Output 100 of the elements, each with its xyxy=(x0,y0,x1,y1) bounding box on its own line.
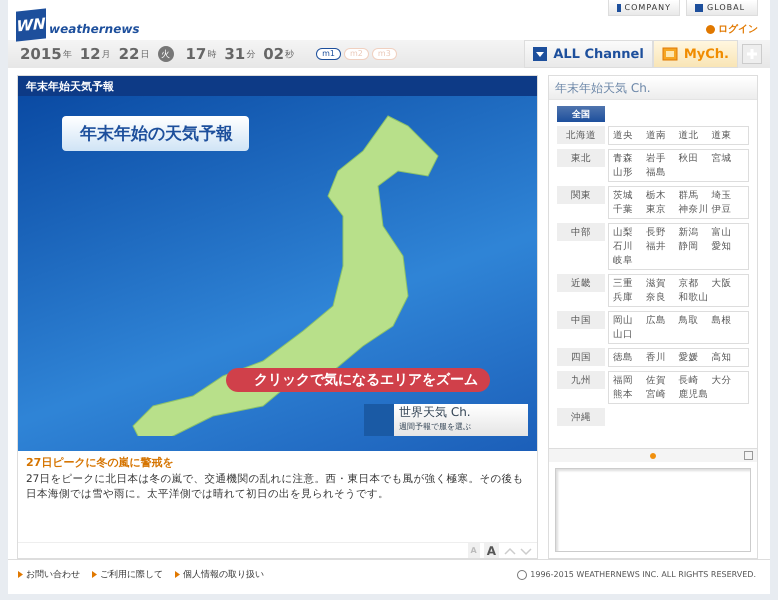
area-link[interactable]: 栃木 xyxy=(646,189,678,202)
area-link[interactable]: 千葉 xyxy=(613,203,646,216)
weekday-badge: 火 xyxy=(158,46,174,62)
copyright-icon xyxy=(517,570,528,580)
date-number: 12 xyxy=(80,45,101,63)
channel-tab[interactable]: ALL Channel xyxy=(524,40,653,68)
area-link[interactable]: 高知 xyxy=(711,351,744,364)
footer-link[interactable]: ご利用に際して xyxy=(92,568,163,581)
area-link[interactable]: 島根 xyxy=(711,314,744,327)
area-link[interactable]: 大分 xyxy=(711,374,744,387)
news-body: 27日をピークに北日本は冬の嵐で、交通機関の乱れに注意。西・東日本でも風が強く極寒。その後も日本海側では雪や雨に。太平洋側では晴れて初日の出を見られそうです。 xyxy=(26,472,524,502)
date-unit: 月 xyxy=(102,48,111,60)
area-link[interactable]: 岐阜 xyxy=(613,254,646,267)
area-link[interactable]: 愛知 xyxy=(711,240,744,253)
footer-link[interactable]: お問い合わせ xyxy=(18,568,80,581)
region-button[interactable]: 九州 xyxy=(557,371,605,389)
area-link[interactable]: 滋賀 xyxy=(646,277,678,290)
area-link[interactable]: 群馬 xyxy=(678,189,712,202)
banner-title: 年末年始の天気予報 xyxy=(62,116,249,151)
time-unit: 分 xyxy=(246,48,256,60)
region-button[interactable]: 中部 xyxy=(557,223,605,241)
world-subtitle: 週間予報で服を選ぶ xyxy=(399,421,471,432)
world-weather-button[interactable]: 世界天気 Ch. 週間予報で服を選ぶ xyxy=(364,404,528,436)
area-link[interactable]: 福井 xyxy=(646,240,678,253)
date-unit: 年 xyxy=(62,48,72,60)
area-link[interactable]: 道央 xyxy=(613,129,646,142)
national-button[interactable]: 全国 xyxy=(557,106,605,122)
time-number: 02 xyxy=(263,45,284,63)
square-icon xyxy=(695,4,703,12)
area-link[interactable]: 兵庫 xyxy=(613,291,646,304)
logo-text[interactable]: weathernews xyxy=(49,22,140,36)
header-link[interactable]: COMPANY xyxy=(608,0,680,16)
header-link[interactable]: GLOBAL xyxy=(686,0,758,16)
area-link[interactable]: 熊本 xyxy=(613,388,646,401)
area-link[interactable]: 岡山 xyxy=(613,314,646,327)
date-number: 22 xyxy=(118,45,140,63)
mode-button[interactable]: m1 xyxy=(316,48,342,60)
area-link[interactable]: 青森 xyxy=(613,152,646,165)
area-link[interactable]: 山形 xyxy=(613,166,646,179)
region-button[interactable]: 北海道 xyxy=(557,126,605,144)
area-link[interactable]: 長野 xyxy=(646,226,678,239)
news-headline: 27日ピークに冬の嵐に警戒を xyxy=(26,455,174,470)
area-link[interactable]: 埼玉 xyxy=(711,189,744,202)
area-link[interactable]: 石川 xyxy=(613,240,646,253)
area-link[interactable]: 三重 xyxy=(613,277,646,290)
time-unit: 秒 xyxy=(285,48,294,60)
footer-link[interactable]: 個人情報の取り扱い xyxy=(175,568,264,581)
area-link[interactable]: 山口 xyxy=(613,328,646,341)
area-link[interactable]: 愛媛 xyxy=(678,351,712,364)
area-link[interactable]: 宮崎 xyxy=(646,388,678,401)
region-button[interactable]: 沖縄 xyxy=(557,408,605,426)
area-link[interactable]: 茨城 xyxy=(613,189,646,202)
area-link[interactable]: 静岡 xyxy=(678,240,712,253)
area-link[interactable]: 道東 xyxy=(711,129,744,142)
area-link[interactable]: 和歌山 xyxy=(678,291,712,304)
area-link[interactable]: 山梨 xyxy=(613,226,646,239)
area-link[interactable]: 福島 xyxy=(646,166,678,179)
area-link[interactable]: 奈良 xyxy=(646,291,678,304)
area-link[interactable]: 徳島 xyxy=(613,351,646,364)
region-button[interactable]: 東北 xyxy=(557,149,605,167)
area-link[interactable]: 神奈川 xyxy=(678,203,712,216)
world-title: 世界天気 Ch. xyxy=(399,404,471,421)
area-link[interactable]: 宮城 xyxy=(711,152,744,165)
area-link[interactable]: 鹿児島 xyxy=(678,388,712,401)
time-unit: 時 xyxy=(207,48,216,60)
area-link[interactable]: 大阪 xyxy=(711,277,744,290)
region-button[interactable]: 四国 xyxy=(557,348,605,366)
area-link[interactable]: 秋田 xyxy=(678,152,712,165)
area-link[interactable]: 長崎 xyxy=(678,374,712,387)
square-icon xyxy=(617,4,621,12)
scroll-arrows-icon[interactable] xyxy=(503,546,533,556)
area-link[interactable]: 伊豆 xyxy=(711,203,744,216)
date-number: 2015 xyxy=(20,45,62,63)
map-background[interactable]: 年末年始の天気予報 クリックで気になるエリアをズーム 世界天気 Ch. 週間予報で服を選ぶ xyxy=(18,96,537,451)
area-link[interactable]: 岩手 xyxy=(646,152,678,165)
region-button[interactable]: 関東 xyxy=(557,186,605,204)
region-button[interactable]: 中国 xyxy=(557,311,605,329)
area-link[interactable]: 佐賀 xyxy=(646,374,678,387)
area-link[interactable]: 道北 xyxy=(678,129,712,142)
panel-title: 年末年始天気予報 xyxy=(18,76,537,96)
area-link[interactable]: 富山 xyxy=(711,226,744,239)
page-dot[interactable] xyxy=(650,452,656,458)
area-link[interactable]: 東京 xyxy=(646,203,678,216)
copyright-text: 1996-2015 WEATHERNEWS INC. ALL RIGHTS RESERVED. xyxy=(530,570,756,579)
area-link[interactable]: 香川 xyxy=(646,351,678,364)
time-number: 17 xyxy=(186,45,206,63)
expand-icon[interactable] xyxy=(744,451,753,460)
area-link[interactable]: 道南 xyxy=(646,129,678,142)
area-link[interactable]: 広島 xyxy=(646,314,678,327)
font-large-button[interactable]: A xyxy=(484,543,499,558)
add-button[interactable] xyxy=(742,44,762,64)
region-button[interactable]: 近畿 xyxy=(557,274,605,292)
area-link[interactable]: 鳥取 xyxy=(678,314,712,327)
area-link[interactable]: 京都 xyxy=(678,277,712,290)
time-number: 31 xyxy=(224,45,246,63)
date-unit: 日 xyxy=(140,48,150,60)
logo-mark[interactable]: WN xyxy=(16,8,46,42)
area-link[interactable]: 新潟 xyxy=(678,226,712,239)
area-link[interactable]: 福岡 xyxy=(613,374,646,387)
tv-icon xyxy=(662,47,678,61)
